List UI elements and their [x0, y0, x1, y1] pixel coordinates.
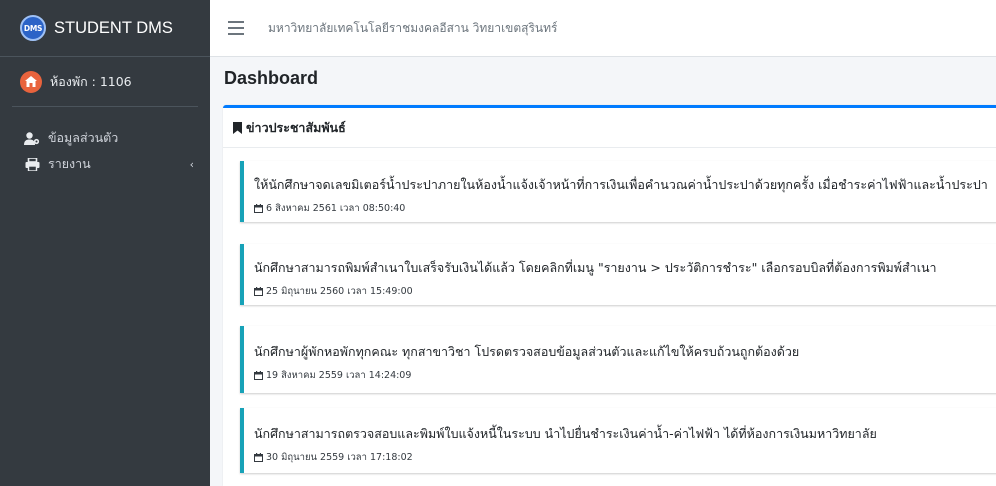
news-card: ข่าวประชาสัมพันธ์ ให้นักศึกษาจดเลขมิเตอร…	[223, 105, 996, 486]
news-item[interactable]: นักศึกษาผู้พักหอพักทุกคณะ ทุกสาขาวิชา โป…	[240, 326, 996, 393]
university-name: มหาวิทยาลัยเทคโนโลยีราชมงคลอีสาน วิทยาเข…	[268, 20, 558, 35]
user-panel[interactable]: ห้องพัก : 1106	[12, 57, 198, 107]
calendar-icon	[254, 453, 263, 462]
menu-toggle-icon[interactable]	[228, 21, 244, 35]
brand-link[interactable]: DMS STUDENT DMS	[0, 0, 210, 57]
news-date-text: 25 มิถุนายน 2560 เวลา 15:49:00	[266, 286, 413, 297]
printer-icon	[24, 156, 40, 172]
news-text: ให้นักศึกษาจดเลขมิเตอร์น้ำประปาภายในห้อง…	[254, 177, 988, 192]
news-item[interactable]: นักศึกษาสามารถตรวจสอบและพิมพ์ใบแจ้งหนี้ใ…	[240, 408, 996, 473]
news-date: 6 สิงหาคม 2561 เวลา 08:50:40	[254, 201, 996, 216]
news-item[interactable]: ให้นักศึกษาจดเลขมิเตอร์น้ำประปาภายในห้อง…	[240, 161, 996, 222]
sidebar-item-label: ข้อมูลส่วนตัว	[48, 130, 119, 145]
news-text: นักศึกษาผู้พักหอพักทุกคณะ ทุกสาขาวิชา โป…	[254, 344, 800, 359]
sidebar: DMS STUDENT DMS ห้องพัก : 1106 ข้อมูลส่ว…	[0, 0, 210, 486]
sidebar-item-profile[interactable]: ข้อมูลส่วนตัว	[0, 125, 210, 151]
content-header: Dashboard	[210, 57, 996, 100]
sidebar-item-label: รายงาน	[48, 156, 91, 171]
news-date: 19 สิงหาคม 2559 เวลา 14:24:09	[254, 368, 996, 383]
news-text: นักศึกษาสามารถตรวจสอบและพิมพ์ใบแจ้งหนี้ใ…	[254, 426, 877, 441]
news-text: นักศึกษาสามารถพิมพ์สำเนาใบเสร็จรับเงินได…	[254, 260, 937, 275]
chevron-left-icon[interactable]: ‹	[190, 158, 194, 171]
calendar-icon	[254, 204, 263, 213]
dms-logo-icon: DMS	[20, 15, 46, 41]
brand-name: STUDENT DMS	[54, 18, 173, 37]
home-icon	[20, 70, 42, 93]
news-date-text: 6 สิงหาคม 2561 เวลา 08:50:40	[266, 203, 406, 214]
news-date-text: 30 มิถุนายน 2559 เวลา 17:18:02	[266, 452, 413, 463]
sidebar-nav: ข้อมูลส่วนตัว รายงาน ‹	[0, 107, 210, 177]
card-title: ข่าวประชาสัมพันธ์	[246, 119, 346, 135]
news-date-text: 19 สิงหาคม 2559 เวลา 14:24:09	[266, 370, 412, 381]
news-date: 25 มิถุนายน 2560 เวลา 15:49:00	[254, 284, 996, 299]
news-item[interactable]: นักศึกษาสามารถพิมพ์สำเนาใบเสร็จรับเงินได…	[240, 244, 996, 305]
bookmark-icon	[233, 121, 242, 134]
top-navbar: มหาวิทยาลัยเทคโนโลยีราชมงคลอีสาน วิทยาเข…	[210, 0, 996, 57]
room-label: ห้องพัก : 1106	[50, 73, 132, 89]
news-date: 30 มิถุนายน 2559 เวลา 17:18:02	[254, 450, 996, 465]
sidebar-item-report[interactable]: รายงาน ‹	[0, 151, 210, 177]
page-title: Dashboard	[224, 68, 319, 88]
calendar-icon	[254, 371, 263, 380]
card-header: ข่าวประชาสัมพันธ์	[223, 108, 996, 148]
user-cog-icon	[24, 130, 40, 146]
calendar-icon	[254, 287, 263, 296]
